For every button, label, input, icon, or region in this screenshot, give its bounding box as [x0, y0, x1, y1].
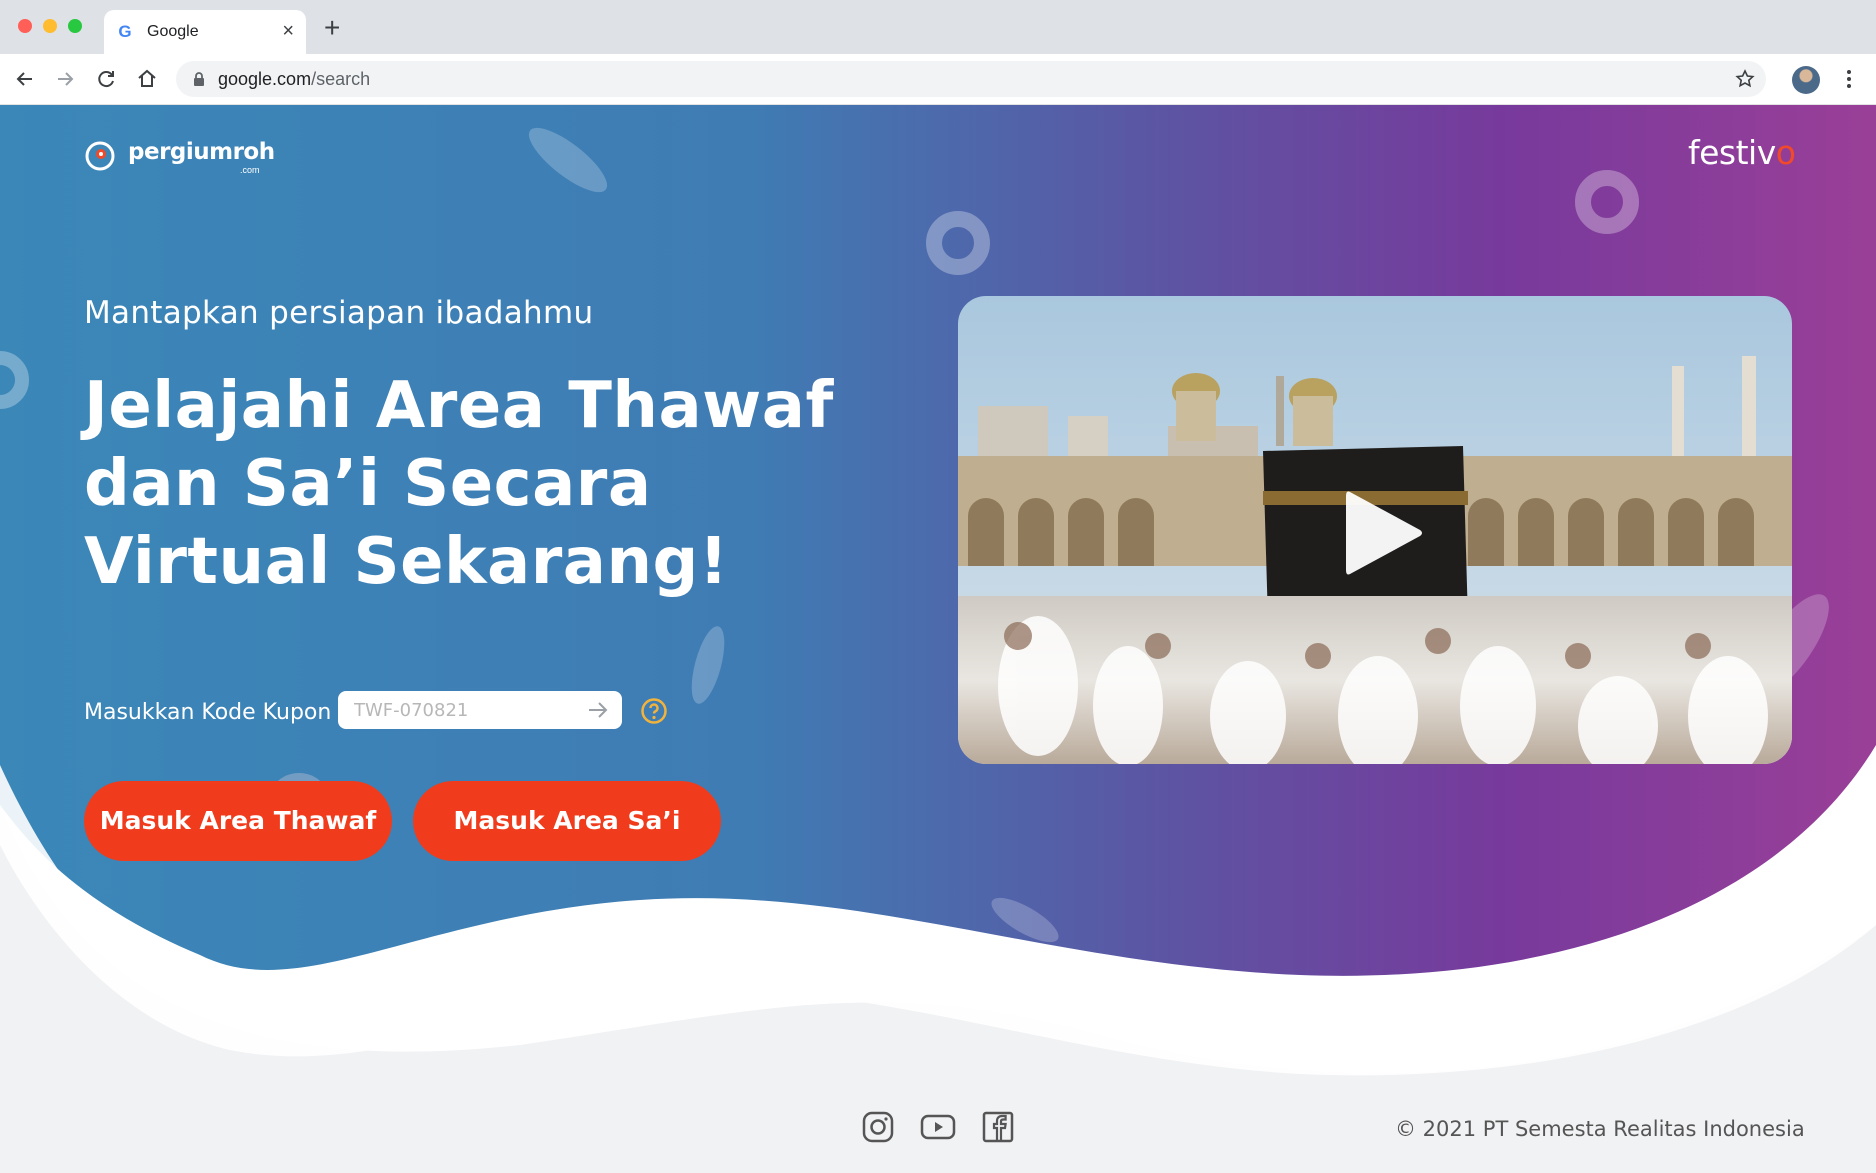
arrow-right-icon[interactable] — [586, 700, 610, 720]
hero-headline: Jelajahi Area Thawaf dan Sa’i Secara Vir… — [84, 367, 884, 601]
lock-icon — [194, 72, 204, 86]
hero-headline-line: Virtual Sekarang! — [84, 525, 729, 599]
back-icon[interactable] — [12, 66, 38, 92]
google-favicon-icon: G — [118, 22, 132, 41]
play-icon[interactable] — [1344, 488, 1424, 578]
close-window-button[interactable] — [18, 19, 32, 33]
address-bar[interactable]: google.com/search — [176, 61, 1766, 97]
maximize-window-button[interactable] — [68, 19, 82, 33]
forward-icon[interactable] — [52, 66, 78, 92]
landing-page: pergiumroh .com festivo Mantapkan persia… — [0, 105, 1876, 1173]
browser-tabstrip: G Google × + — [0, 0, 1876, 54]
tab-close-icon[interactable]: × — [282, 21, 294, 41]
new-tab-button[interactable]: + — [324, 14, 340, 42]
instagram-icon[interactable] — [860, 1109, 896, 1145]
reload-icon[interactable] — [93, 66, 119, 92]
festivo-logo-accent: o — [1775, 133, 1796, 172]
menu-icon[interactable] — [1838, 66, 1860, 92]
enter-sai-button[interactable]: Masuk Area Sa’i — [413, 781, 721, 861]
hero-headline-line: Jelajahi Area Thawaf — [84, 369, 834, 443]
hero-subtitle: Mantapkan persiapan ibadahmu — [84, 295, 594, 331]
url-host: google.com — [218, 69, 312, 89]
facebook-icon[interactable] — [980, 1109, 1016, 1145]
coupon-label: Masukkan Kode Kupon — [84, 700, 332, 725]
enter-thawaf-button[interactable]: Masuk Area Thawaf — [84, 781, 392, 861]
home-icon[interactable] — [134, 66, 160, 92]
url-text: google.com/search — [218, 69, 370, 90]
pergiumroh-logo-text: pergiumroh — [128, 139, 275, 165]
pergiumroh-logo-icon — [85, 141, 115, 171]
festivo-logo[interactable]: festivo — [1688, 133, 1796, 172]
coupon-input[interactable] — [354, 691, 574, 729]
browser-toolbar: google.com/search — [0, 54, 1876, 105]
coupon-field[interactable] — [338, 691, 622, 729]
browser-tab[interactable]: G Google × — [104, 10, 306, 54]
help-icon[interactable] — [640, 697, 668, 725]
youtube-icon[interactable] — [920, 1109, 956, 1145]
star-icon[interactable] — [1734, 68, 1756, 90]
festivo-logo-text: festiv — [1688, 133, 1776, 172]
url-path: /search — [311, 69, 371, 89]
copyright-text: © 2021 PT Semesta Realitas Indonesia — [1395, 1117, 1805, 1141]
minimize-window-button[interactable] — [43, 19, 57, 33]
profile-avatar[interactable] — [1792, 66, 1820, 94]
hero-headline-line: dan Sa’i Secara — [84, 447, 652, 521]
pergiumroh-logo-sub: .com — [240, 165, 260, 175]
tab-title: Google — [147, 23, 199, 40]
